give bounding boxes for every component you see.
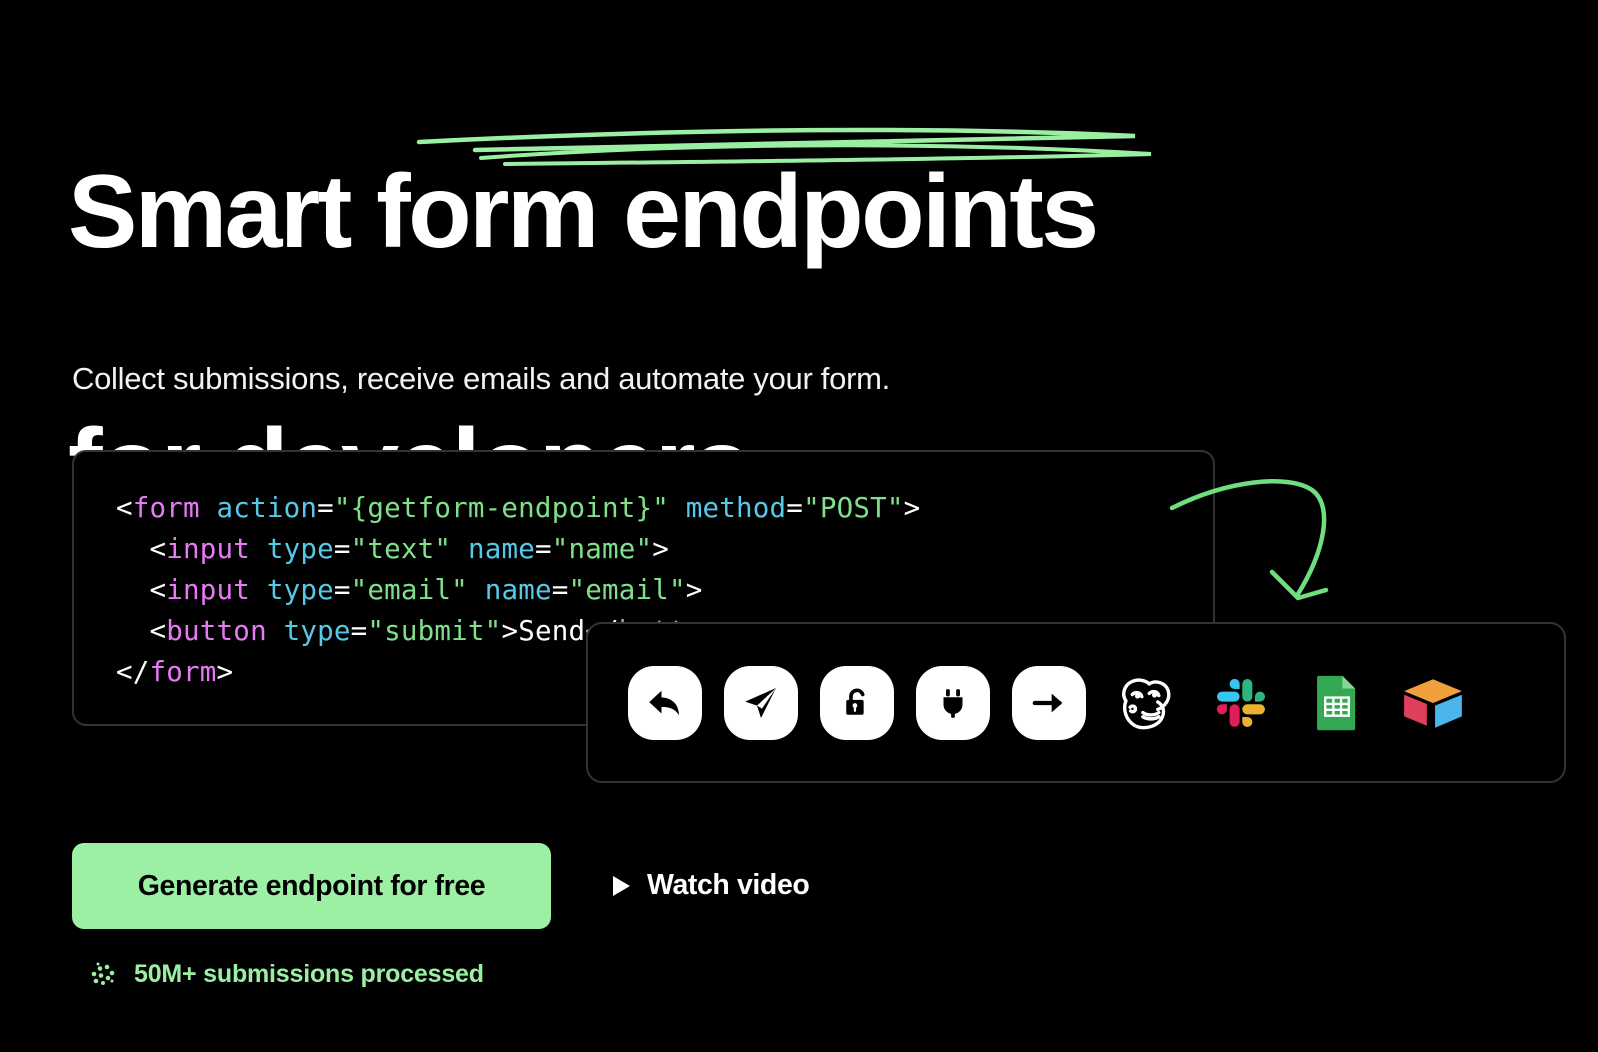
code-eq: = [333,533,351,565]
hero-subtitle: Collect submissions, receive emails and … [72,361,890,396]
watch-video-label: Watch video [647,869,810,901]
code-tag-form-close: form [149,656,217,688]
code-punct: < [149,533,167,565]
slack-hash-glyph [1216,678,1266,727]
arrow-right-glyph [1032,693,1063,712]
airtable-glyph [1404,678,1462,728]
google-sheets-icon[interactable] [1300,666,1374,740]
unlock-glyph [846,688,865,715]
code-punct: < [116,492,133,524]
code-tag-form: form [132,492,200,524]
code-tag-button: button [166,615,267,647]
code-value-type: "email" [350,574,468,606]
code-punct: > [216,656,234,688]
code-tag-input: input [166,574,251,606]
code-line-2: <input type="text" name="name"> [116,529,1213,570]
code-value-name: "email" [568,574,686,606]
plug-icon[interactable] [916,665,990,740]
code-punct: </ [116,656,150,688]
submissions-stat: 50M+ submissions processed [88,959,484,989]
code-punct: < [149,615,167,647]
code-attr-type: type [250,533,334,565]
code-eq: = [534,533,552,565]
code-eq: = [551,574,569,606]
code-line-1: <form action="{getform-endpoint}" method… [116,488,1213,529]
code-value-type: "text" [350,533,452,565]
code-eq: = [350,615,368,647]
code-tag-input: input [166,533,251,565]
reply-icon[interactable] [628,665,702,740]
mailchimp-freddie-glyph [1122,677,1171,729]
code-punct: < [149,574,167,606]
code-line-3: <input type="email" name="email"> [116,570,1213,611]
code-attr-name: name [451,533,535,565]
code-punct: > [652,533,670,565]
code-attr-method: method [669,492,787,524]
code-button-text: Send [518,615,586,647]
reply-glyph [649,690,679,715]
paper-plane-glyph [745,687,776,718]
code-punct: > [501,615,519,647]
watch-video-link[interactable]: Watch video [613,869,810,902]
send-icon[interactable] [724,665,798,740]
code-attr-name: name [467,574,552,606]
generate-endpoint-button[interactable]: Generate endpoint for free [72,843,551,929]
hero-section: Smart form endpoints for developers. Col… [0,0,1598,1052]
code-eq: = [333,574,351,606]
airtable-icon[interactable] [1396,666,1470,740]
code-value-action: "{getform-endpoint}" [333,492,669,524]
dots-cluster-icon [91,962,115,985]
headline-line-1: Smart form endpoints [68,153,1099,270]
code-attr-type: type [250,574,334,606]
integrations-panel [586,622,1566,783]
submissions-stat-label: 50M+ submissions processed [134,959,484,988]
slack-icon[interactable] [1204,666,1278,740]
code-punct: > [903,492,921,524]
unlock-icon[interactable] [820,665,894,740]
code-value-type: "submit" [367,615,502,647]
code-eq: = [317,492,334,524]
plug-glyph [943,688,963,718]
code-value-name: "name" [551,533,653,565]
code-eq: = [786,492,804,524]
code-value-method: "POST" [803,492,904,524]
mailchimp-icon[interactable] [1108,666,1182,740]
code-attr-action: action [199,492,318,524]
arrow-right-icon[interactable] [1012,665,1086,740]
code-attr-type: type [266,615,351,647]
play-triangle-icon [613,875,630,896]
code-punct: > [685,574,703,606]
google-sheets-glyph [1317,675,1356,730]
